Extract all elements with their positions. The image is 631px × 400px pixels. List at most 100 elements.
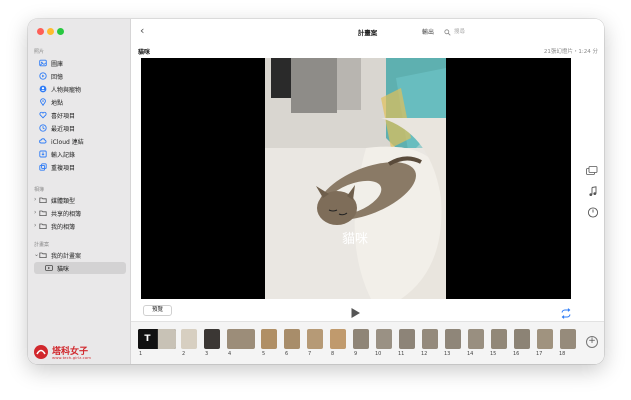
sidebar-item-places[interactable]: 地點 [31, 96, 127, 108]
music-icon[interactable] [588, 182, 598, 201]
sidebar-item-imports[interactable]: 輸入記錄 [31, 148, 127, 160]
filmstrip-clip[interactable] [514, 329, 530, 349]
sidebar-item-label: 我的計畫案 [51, 252, 82, 260]
folder-icon [39, 251, 47, 259]
logo-url: www.tech-girlz.com [52, 355, 92, 360]
sidebar-item-label: 輸入記錄 [51, 151, 76, 159]
sidebar-item-label: 喜好項目 [51, 112, 76, 120]
playback-controls: 預覽 [131, 302, 604, 319]
sidebar-item-duplicates[interactable]: 重複項目 [31, 161, 127, 173]
project-name: 貓咪 [138, 49, 151, 56]
sidebar-item-label: 重複項目 [51, 164, 76, 172]
filmstrip-clip[interactable] [422, 329, 438, 349]
filmstrip-clip[interactable] [399, 329, 415, 349]
filmstrip-clip[interactable] [307, 329, 323, 349]
add-icon[interactable]: + [586, 336, 598, 348]
import-icon [39, 150, 47, 158]
chevron-right-icon[interactable]: › [34, 196, 36, 203]
sidebar-item-label: 貓咪 [57, 265, 70, 273]
duration-icon[interactable] [587, 203, 599, 222]
sidebar-item-label: 人物與寵物 [51, 86, 82, 94]
chevron-down-icon[interactable]: ⌄ [34, 251, 39, 258]
sidebar-item-label: 媒體類型 [51, 197, 76, 205]
slideshow-viewer[interactable]: 貓咪 [141, 58, 571, 299]
sidebar-item-label: iCloud 連結 [51, 138, 84, 146]
sidebar-item-cat-project[interactable]: 貓咪 [34, 262, 126, 274]
filmstrip-clip[interactable] [181, 329, 197, 349]
sidebar-item-my-projects[interactable]: ⌄ 我的計畫案 [31, 249, 127, 261]
export-button[interactable]: 輸出 [422, 27, 434, 36]
sidebar-item-favorites[interactable]: 喜好項目 [31, 109, 127, 121]
filmstrip-clip[interactable] [491, 329, 507, 349]
toolbar: ‹ 計畫案 輸出 搜尋 [131, 19, 604, 44]
clip-number: 2 [182, 351, 186, 357]
heart-icon [39, 111, 47, 119]
filmstrip-clip[interactable] [227, 329, 255, 349]
project-header: 貓咪 21張幻燈片・1:24 分 [131, 44, 604, 58]
sidebar-item-my-albums[interactable]: › 我的相簿 [31, 220, 127, 232]
clip-number: 8 [331, 351, 335, 357]
clock-icon [39, 124, 47, 132]
filmstrip-clip[interactable] [261, 329, 277, 349]
clip-number: 3 [205, 351, 209, 357]
clip-number: 15 [490, 351, 497, 357]
sidebar-item-label: 回憶 [51, 73, 64, 81]
watermark-logo: 塔科女子 www.tech-girlz.com [33, 341, 103, 363]
sidebar-item-media-types[interactable]: › 媒體類型 [31, 194, 127, 206]
filmstrip-clip[interactable] [284, 329, 300, 349]
folder-icon [39, 196, 47, 204]
close-window-button[interactable] [37, 28, 44, 35]
duplicate-icon [39, 163, 47, 171]
filmstrip-clip[interactable] [376, 329, 392, 349]
projects-section-title: 計畫案 [34, 242, 50, 248]
clip-number: 13 [444, 351, 451, 357]
filmstrip-clip[interactable] [537, 329, 553, 349]
minimize-window-button[interactable] [47, 28, 54, 35]
sidebar-item-label: 圖庫 [51, 60, 64, 68]
sidebar-item-label: 我的相簿 [51, 223, 76, 231]
slideshow-icon [45, 264, 53, 272]
sidebar-item-recents[interactable]: 最近項目 [31, 122, 127, 134]
theme-icon[interactable] [586, 161, 598, 180]
sidebar-item-label: 共享的相簿 [51, 210, 82, 218]
filmstrip-clip[interactable] [468, 329, 484, 349]
search-icon [444, 21, 451, 40]
cloud-link-icon [39, 137, 47, 145]
filmstrip: T 1 2 3 4 5 6 7 8 9 10 11 12 13 14 15 16… [131, 321, 604, 364]
filmstrip-clip[interactable] [560, 329, 576, 349]
sidebar-item-people[interactable]: 人物與寵物 [31, 83, 127, 95]
library-icon [39, 59, 47, 67]
clip-number: 7 [308, 351, 312, 357]
filmstrip-clip[interactable] [330, 329, 346, 349]
cat-photo: 貓咪 [141, 58, 571, 299]
clip-number: 17 [536, 351, 543, 357]
sidebar-item-library[interactable]: 圖庫 [31, 57, 127, 69]
albums-section-title: 相簿 [34, 187, 45, 193]
preview-button[interactable]: 預覽 [143, 305, 172, 316]
title-slide-glyph: T [138, 329, 157, 349]
clip-number: 9 [354, 351, 358, 357]
clip-number: 12 [421, 351, 428, 357]
photos-window: 照片 圖庫 回憶 人物與寵物 地點 喜好項目 最近項目 iCloud 連結 輸入… [28, 19, 604, 364]
clip-number: 18 [559, 351, 566, 357]
filmstrip-clip[interactable] [353, 329, 369, 349]
sidebar-item-shared-albums[interactable]: › 共享的相簿 [31, 207, 127, 219]
sidebar: 照片 圖庫 回憶 人物與寵物 地點 喜好項目 最近項目 iCloud 連結 輸入… [28, 19, 131, 364]
shared-folder-icon [39, 209, 47, 217]
project-meta: 21張幻燈片・1:24 分 [543, 49, 598, 55]
sidebar-item-icloud-links[interactable]: iCloud 連結 [31, 135, 127, 147]
chevron-right-icon[interactable]: › [34, 222, 36, 229]
filmstrip-clip[interactable]: T [138, 329, 176, 349]
filmstrip-clip[interactable] [204, 329, 220, 349]
clip-number: 10 [375, 351, 382, 357]
search-placeholder: 搜尋 [454, 28, 466, 35]
people-icon [39, 85, 47, 93]
chevron-right-icon[interactable]: › [34, 209, 36, 216]
search-field[interactable]: 搜尋 [444, 25, 484, 36]
zoom-window-button[interactable] [57, 28, 64, 35]
clip-number: 4 [228, 351, 232, 357]
clip-number: 16 [513, 351, 520, 357]
clip-number: 5 [262, 351, 266, 357]
filmstrip-clip[interactable] [445, 329, 461, 349]
sidebar-item-memories[interactable]: 回憶 [31, 70, 127, 82]
